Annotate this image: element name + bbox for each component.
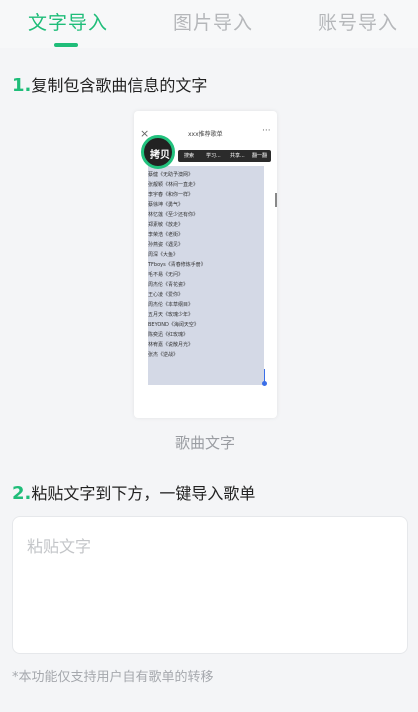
song-list: 蔡健《无助予澳网》 张靓颖《林间一直走》 李宇春《和你一样》 蔡徐坤《勇气》 林… — [148, 170, 206, 360]
context-menu: 搜索 学习... 共享... 翻一翻 — [178, 150, 271, 162]
song-line: 陈奕迅《红玫瑰》 — [148, 332, 189, 338]
copy-label: 拷贝 — [150, 150, 170, 161]
song-line: 蔡健《无助予澳网》 — [148, 172, 194, 178]
song-line: 毛不易《无问》 — [148, 272, 184, 278]
more-icon: ··· — [262, 126, 271, 136]
tab-bar: 文字导入 图片导入 账号导入 — [0, 0, 418, 48]
song-line: 王心凌《爱你》 — [148, 292, 184, 298]
illustration-caption: 歌曲文字 — [175, 434, 236, 452]
song-line: 蔡徐坤《勇气》 — [148, 202, 184, 208]
selection-handle — [262, 381, 267, 386]
song-line: 张靓颖《林间一直走》 — [148, 182, 199, 188]
step-2-text: 粘贴文字到下方，一键导入歌单 — [31, 484, 256, 503]
song-line: 李宇春《和你一样》 — [148, 192, 194, 198]
song-line: 林宥嘉《说散月光》 — [148, 342, 194, 348]
song-line: 周杰伦《本草纲目》 — [148, 302, 194, 308]
paste-text-input[interactable]: 粘贴文字 — [12, 516, 408, 654]
song-line: 周杰伦《青花瓷》 — [148, 282, 189, 288]
song-line: 张杰《逆战》 — [148, 352, 179, 358]
footnote: *本功能仅支持用户自有歌单的转移 — [12, 670, 214, 685]
paste-text-placeholder: 粘贴文字 — [27, 537, 92, 556]
tab-account-import[interactable]: 账号导入 — [318, 8, 398, 35]
step-1-number: 1. — [12, 75, 32, 96]
step-2-heading: 2.粘贴文字到下方，一键导入歌单 — [12, 480, 255, 504]
context-menu-item: 共享... — [230, 153, 245, 159]
step-2-number: 2. — [12, 483, 32, 504]
song-line: 郑素敏《放走》 — [148, 222, 184, 228]
context-menu-item: 搜索 — [184, 153, 195, 159]
illustration-title: xxx推荐歌单 — [188, 131, 223, 138]
tab-text-import[interactable]: 文字导入 — [28, 8, 108, 35]
song-line: 林忆莲《至少还有你》 — [148, 212, 199, 218]
step-1-heading: 1.复制包含歌曲信息的文字 — [12, 72, 207, 96]
scrollbar — [275, 193, 277, 207]
song-line: 周深《大鱼》 — [148, 252, 179, 258]
song-line: TFboys《青春修炼手册》 — [148, 262, 206, 268]
song-line: 孙燕姿《遇见》 — [148, 242, 184, 248]
song-line: 五月天《玫瑰少年》 — [148, 312, 194, 318]
song-line: BEYOND《海阔天空》 — [148, 322, 199, 328]
context-menu-item: 学习... — [206, 153, 221, 159]
song-line: 李荣浩《老街》 — [148, 232, 184, 238]
example-illustration: × xxx推荐歌单 ··· 蔡健《无助予澳网》 张靓颖《林间一直走》 李宇春《和… — [134, 111, 277, 418]
step-1-text: 复制包含歌曲信息的文字 — [31, 76, 208, 95]
context-menu-item: 翻一翻 — [252, 153, 268, 159]
active-tab-indicator — [54, 43, 78, 47]
tab-image-import[interactable]: 图片导入 — [173, 8, 253, 35]
